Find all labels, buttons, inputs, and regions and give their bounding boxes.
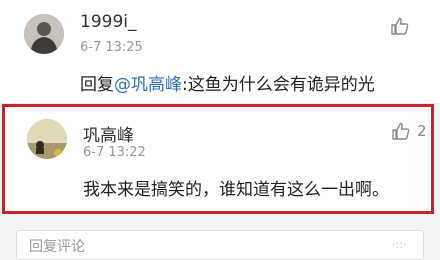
thumbs-up-icon: [392, 122, 410, 140]
comment-text: 我本来是搞笑的，谁知道有这么一出啊。: [83, 180, 389, 200]
avatar[interactable]: [24, 14, 64, 54]
reply-prefix: 回复: [80, 75, 114, 95]
timestamp: 6-7 13:25: [80, 40, 143, 55]
comment-text: 回复@巩高峰:这鱼为什么会有诡异的光: [80, 70, 375, 95]
comment-2-highlighted: 巩高峰 6-7 13:22 我本来是搞笑的，谁知道有这么一出啊。 2: [2, 104, 434, 214]
mention-link[interactable]: @巩高峰: [114, 75, 182, 95]
username[interactable]: 巩高峰: [83, 121, 134, 146]
username[interactable]: 1999i_: [80, 12, 137, 32]
user-photo-icon: [24, 14, 64, 54]
like-count: 2: [417, 122, 427, 140]
like-button[interactable]: [390, 16, 416, 36]
like-button[interactable]: 2: [391, 121, 427, 141]
user-photo-icon: [27, 119, 67, 159]
avatar[interactable]: [27, 119, 67, 159]
reply-placeholder: 回复评论: [29, 239, 85, 255]
comment-body: :这鱼为什么会有诡异的光: [182, 75, 375, 95]
reply-comment-input[interactable]: 回复评论: [16, 230, 424, 260]
watermark-mark: ·::·: [392, 238, 407, 251]
timestamp: 6-7 13:22: [83, 145, 146, 160]
comment-1: 1999i_ 6-7 13:25 回复@巩高峰:这鱼为什么会有诡异的光: [0, 0, 440, 103]
thumbs-up-icon: [391, 17, 409, 35]
